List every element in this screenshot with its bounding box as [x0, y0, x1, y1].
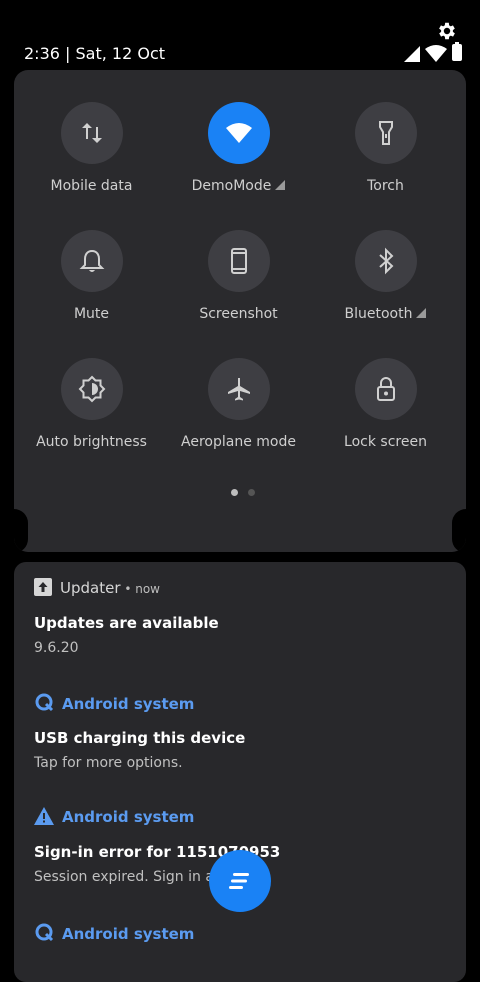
tile-mute[interactable]: Mute	[18, 230, 165, 340]
warning-icon	[34, 807, 54, 829]
tile-label: Lock screen	[344, 434, 427, 450]
mobile-data-icon	[61, 102, 123, 164]
tile-screenshot[interactable]: Screenshot	[165, 230, 312, 340]
torch-icon	[355, 102, 417, 164]
tile-label: Mobile data	[50, 178, 133, 194]
tile-bluetooth[interactable]: Bluetooth	[312, 230, 459, 340]
tile-label: Torch	[367, 178, 404, 194]
status-time-date: 2:36 | Sat, 12 Oct	[24, 44, 166, 63]
lock-icon	[355, 358, 417, 420]
cell-signal-icon	[404, 46, 420, 62]
quick-settings-panel: Mobile data DemoMode Torch Mute Screensh…	[14, 70, 466, 552]
tile-mobile-data[interactable]: Mobile data	[18, 102, 165, 212]
tile-lock-screen[interactable]: Lock screen	[312, 358, 459, 468]
notification-title: Updates are available	[34, 614, 219, 632]
page-dot-active	[231, 489, 238, 496]
manage-notifications-button[interactable]	[209, 850, 271, 912]
bell-icon	[61, 230, 123, 292]
wifi-icon	[208, 102, 270, 164]
bluetooth-icon	[355, 230, 417, 292]
notification-app: Android system	[62, 808, 195, 826]
panel-notch	[14, 509, 28, 552]
expand-arrow-icon	[275, 178, 286, 194]
notification-time: now	[135, 582, 160, 596]
notification-body: 9.6.20	[34, 640, 79, 656]
tile-auto-brightness[interactable]: Auto brightness	[18, 358, 165, 468]
page-indicator	[226, 481, 260, 500]
tile-aeroplane-mode[interactable]: Aeroplane mode	[165, 358, 312, 468]
notification-list: Updater • now Updates are available 9.6.…	[14, 562, 466, 982]
phone-icon	[208, 230, 270, 292]
tile-label: Bluetooth	[344, 306, 413, 322]
page-dot	[248, 489, 255, 496]
tile-label: Screenshot	[199, 306, 278, 322]
settings-gear-icon[interactable]	[436, 20, 458, 42]
wifi-icon	[425, 45, 447, 62]
android-system-icon	[34, 692, 54, 716]
battery-icon	[452, 42, 462, 61]
tile-label: Aeroplane mode	[181, 434, 296, 450]
tile-label: DemoMode	[191, 178, 272, 194]
panel-notch	[452, 509, 466, 552]
brightness-icon	[61, 358, 123, 420]
upload-icon	[34, 578, 52, 600]
tile-demomode-wifi[interactable]: DemoMode	[165, 102, 312, 212]
android-system-icon	[34, 922, 54, 946]
airplane-icon	[208, 358, 270, 420]
tile-torch[interactable]: Torch	[312, 102, 459, 212]
notification-app: Updater	[60, 579, 121, 597]
notification-app: Android system	[62, 925, 195, 943]
tile-label: Mute	[73, 306, 110, 322]
notification-body: Tap for more options.	[34, 755, 183, 771]
tile-label: Auto brightness	[36, 434, 147, 450]
notification-title: USB charging this device	[34, 729, 246, 747]
status-bar: 2:36 | Sat, 12 Oct	[0, 0, 480, 68]
notification-app: Android system	[62, 695, 195, 713]
expand-arrow-icon	[416, 306, 427, 322]
